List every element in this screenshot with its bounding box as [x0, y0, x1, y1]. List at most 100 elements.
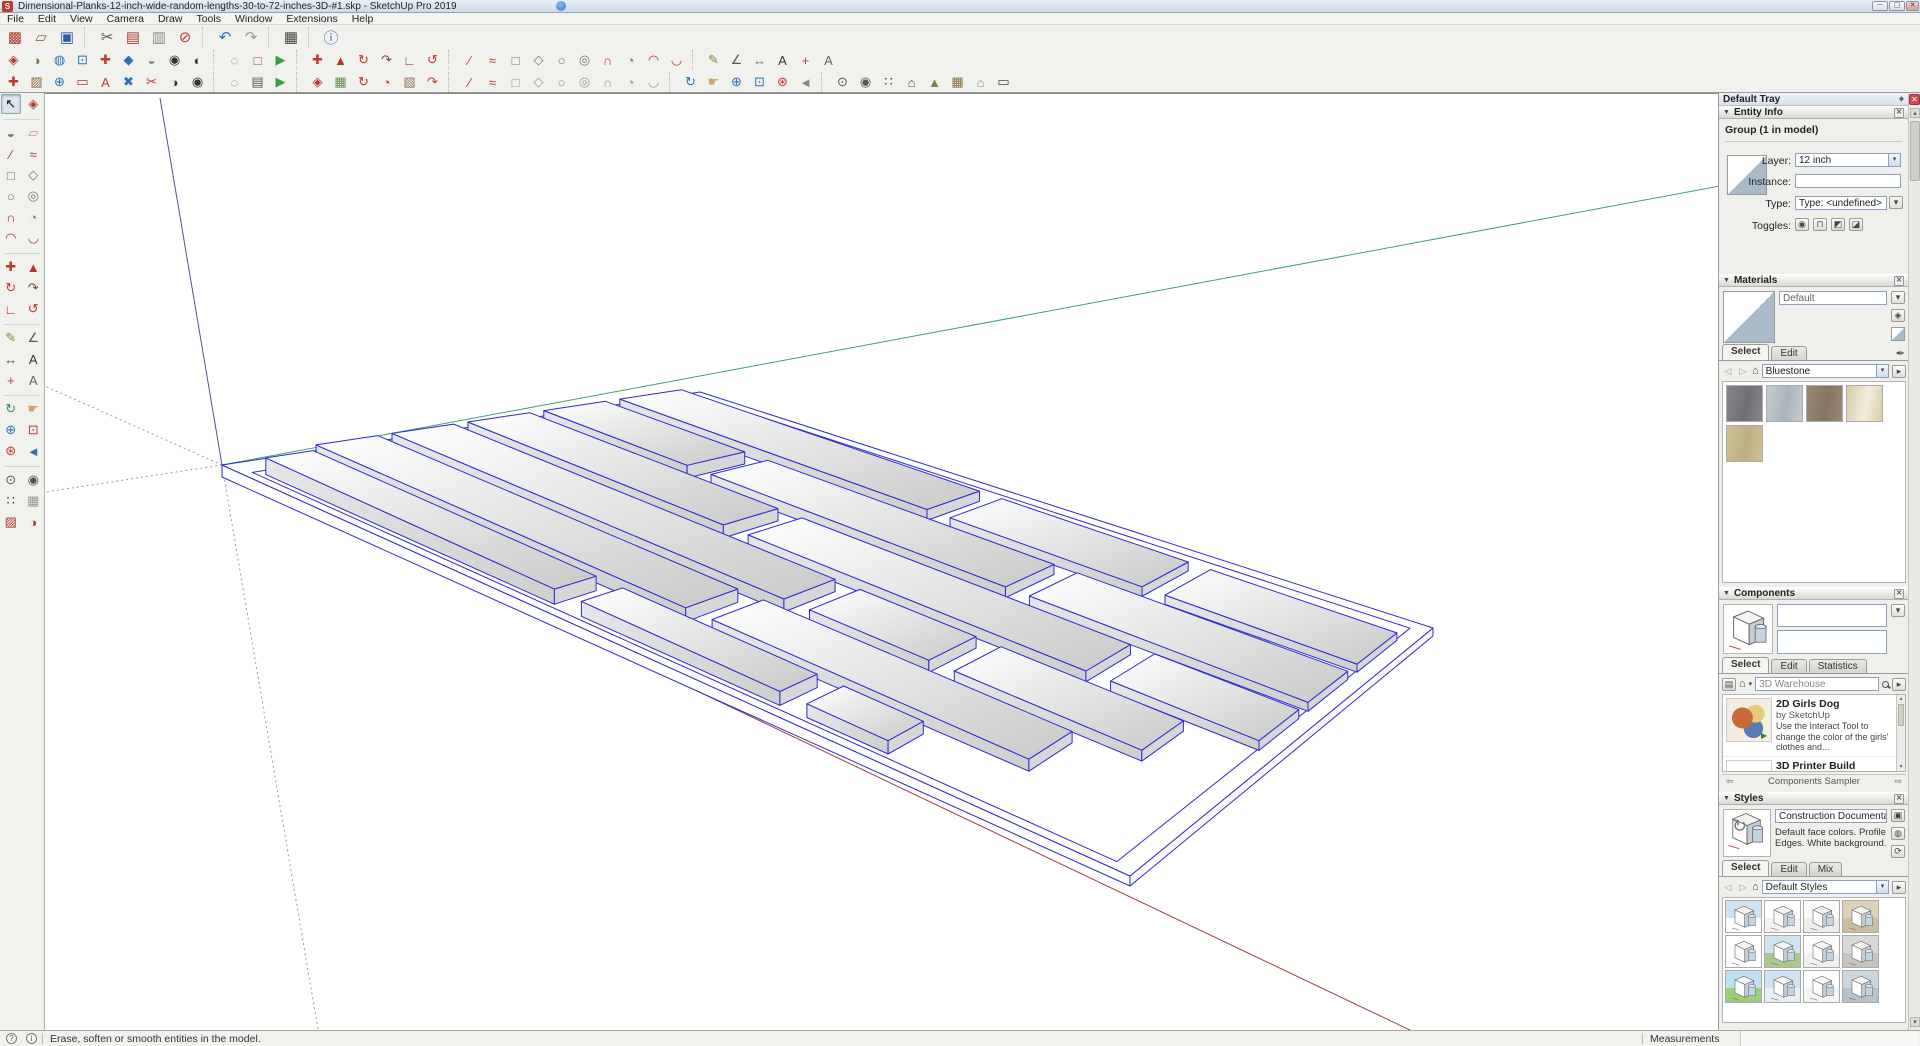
materials-header[interactable]: ▼ Materials ✕ [1719, 274, 1908, 287]
component-list-item[interactable]: 3D Printer Build Volumeby SketchUp C [1723, 757, 1895, 773]
three-point-arc-button[interactable]: ◡ [666, 50, 687, 70]
pager-prev-icon[interactable]: ⇦ [1722, 776, 1738, 787]
style-tile-style-white-3[interactable] [1803, 935, 1840, 968]
menu-window[interactable]: Window [228, 13, 279, 25]
materials-details-button[interactable]: ▸ [1892, 365, 1906, 378]
pie-2-button[interactable]: ◔ [620, 72, 641, 92]
chevron-down-icon[interactable]: ▾ [1888, 154, 1900, 166]
previous-view-button[interactable]: ◄ [795, 72, 816, 92]
components-header[interactable]: ▼ Components ✕ [1719, 587, 1908, 600]
paint-model-button[interactable]: ◈ [1891, 309, 1905, 322]
components-tab-select[interactable]: Select [1722, 657, 1769, 673]
polygon-left-button[interactable]: ◎ [24, 186, 44, 206]
paint-bucket-left-button[interactable]: ◒ [1, 123, 21, 143]
instance-input[interactable] [1795, 174, 1901, 188]
scroll-down-icon[interactable]: ▾ [1897, 763, 1905, 771]
dimension-left-button[interactable]: ↔ [1, 349, 21, 369]
axes-left-button[interactable]: + [1, 370, 21, 390]
material-swatch-bluestone-tan-striped[interactable] [1846, 385, 1883, 422]
previous-view-left-button[interactable]: ◄ [24, 441, 44, 461]
paste-button[interactable]: ▥ [147, 27, 171, 48]
tape-measure-left-button[interactable]: ✎ [1, 328, 21, 348]
export-report-button[interactable]: ▶ [270, 72, 291, 92]
style-tile-style-sky[interactable] [1764, 970, 1801, 1003]
follow-me-button[interactable]: ↷ [376, 50, 397, 70]
materials-tab-select[interactable]: Select [1722, 344, 1769, 360]
component-name-input[interactable] [1777, 604, 1887, 627]
look-around-left-button[interactable]: ◉ [24, 470, 44, 490]
components-details-button[interactable]: ▸ [1892, 678, 1906, 691]
rotate-button[interactable]: ↻ [353, 50, 374, 70]
menu-tools[interactable]: Tools [189, 13, 228, 25]
styles-tab-select[interactable]: Select [1722, 860, 1769, 876]
entity-info-close-icon[interactable]: ✕ [1894, 108, 1904, 118]
orbit-tool-button[interactable]: ◍ [49, 50, 70, 70]
move-left-button[interactable]: ✚ [1, 257, 21, 277]
forward-arrow-icon[interactable]: ▷ [1737, 882, 1749, 893]
protractor-button[interactable]: ∠ [726, 50, 747, 70]
make-component-left-button[interactable]: ◈ [24, 94, 44, 114]
zoom-extents-left-button[interactable]: ⊛ [1, 441, 21, 461]
style-tile-style-wireframe[interactable] [1725, 935, 1762, 968]
style-tile-style-blue-sky[interactable] [1725, 900, 1762, 933]
position-camera-left-button[interactable]: ⊙ [1, 470, 21, 490]
arc-button[interactable]: ∩ [597, 50, 618, 70]
view-options-button[interactable]: ▤ [1722, 678, 1736, 691]
three-point-arc-left-button[interactable]: ◡ [24, 228, 44, 248]
component-list-item[interactable]: ▶2D Girls Dogby SketchUpUse the Interact… [1723, 695, 1895, 757]
menu-extensions[interactable]: Extensions [279, 13, 344, 25]
soften-edges-button[interactable]: ▨ [26, 72, 47, 92]
trim-button[interactable]: ✂ [141, 72, 162, 92]
forward-arrow-icon[interactable]: ▷ [1737, 366, 1749, 377]
circle-2-button[interactable]: ○ [551, 72, 572, 92]
close-button[interactable]: ✕ [1906, 1, 1919, 11]
minimize-button[interactable]: ─ [1872, 1, 1888, 11]
pan-2-button[interactable]: ☛ [703, 72, 724, 92]
lasso-select-button[interactable]: ◌ [224, 50, 245, 70]
sandbox-from-scratch-button[interactable]: ▦ [330, 72, 351, 92]
style-tile-style-white-2[interactable] [1803, 900, 1840, 933]
print-button[interactable]: ▦ [279, 27, 303, 48]
hide-rest-of-model-button[interactable]: ◉ [164, 50, 185, 70]
toggle-terrain-button[interactable]: ▲ [924, 72, 945, 92]
in-model-icon[interactable]: ⌂ [1752, 365, 1759, 377]
pie-left-button[interactable]: ◔ [24, 207, 44, 227]
new-file-button[interactable]: ▩ [3, 27, 27, 48]
components-tab-statistics[interactable]: Statistics [1809, 659, 1867, 673]
menu-help[interactable]: Help [345, 13, 381, 25]
label-text-button[interactable]: A [95, 72, 116, 92]
zoom-selection-button[interactable]: ⊕ [49, 72, 70, 92]
position-camera-button[interactable]: ⊙ [832, 72, 853, 92]
eraser-button[interactable]: ▱ [24, 123, 44, 143]
style-tile-style-tan[interactable] [1842, 900, 1879, 933]
line-2-button[interactable]: ∕ [459, 72, 480, 92]
type-drop-button[interactable]: ▾ [1889, 196, 1903, 209]
in-model-styles-icon[interactable]: ⌂ [1752, 881, 1759, 893]
rotated-rectangle-left-button[interactable]: ◇ [24, 165, 44, 185]
display-secondary-pane-button[interactable]: ▾ [1891, 291, 1905, 304]
warehouse-search-input[interactable]: 3D Warehouse [1755, 677, 1879, 691]
arc-3-button[interactable]: ◡ [643, 72, 664, 92]
orbit-2-button[interactable]: ↻ [680, 72, 701, 92]
pager-next-icon[interactable]: ⇨ [1890, 776, 1906, 787]
rotate-left-button[interactable]: ↻ [1, 278, 21, 298]
orbit-left-button[interactable]: ↻ [1, 399, 21, 419]
components-tab-edit[interactable]: Edit [1771, 659, 1806, 673]
pan-left-button[interactable]: ☛ [24, 399, 44, 419]
menu-file[interactable]: File [0, 13, 31, 25]
tray-close-button[interactable]: ✕ [1909, 94, 1920, 105]
freehand-left-button[interactable]: ≈ [24, 144, 44, 164]
rotated-rectangle-2-button[interactable]: ◇ [528, 72, 549, 92]
styles-details-button[interactable]: ▸ [1892, 881, 1906, 894]
chevron-down-icon[interactable]: ▾ [1876, 881, 1888, 893]
style-tile-style-green-ground[interactable] [1764, 935, 1801, 968]
style-tile-style-white-1[interactable] [1764, 900, 1801, 933]
paint-left-button[interactable]: ◑ [24, 512, 44, 532]
menu-view[interactable]: View [63, 13, 100, 25]
freehand-2-button[interactable]: ≈ [482, 72, 503, 92]
scale-left-button[interactable]: ∟ [1, 299, 21, 319]
axes-button[interactable]: + [795, 50, 816, 70]
home-view-button[interactable]: ⌂ [970, 72, 991, 92]
home-drop-icon[interactable]: ▾ [1749, 680, 1753, 688]
back-arrow-icon[interactable]: ◁ [1722, 366, 1734, 377]
